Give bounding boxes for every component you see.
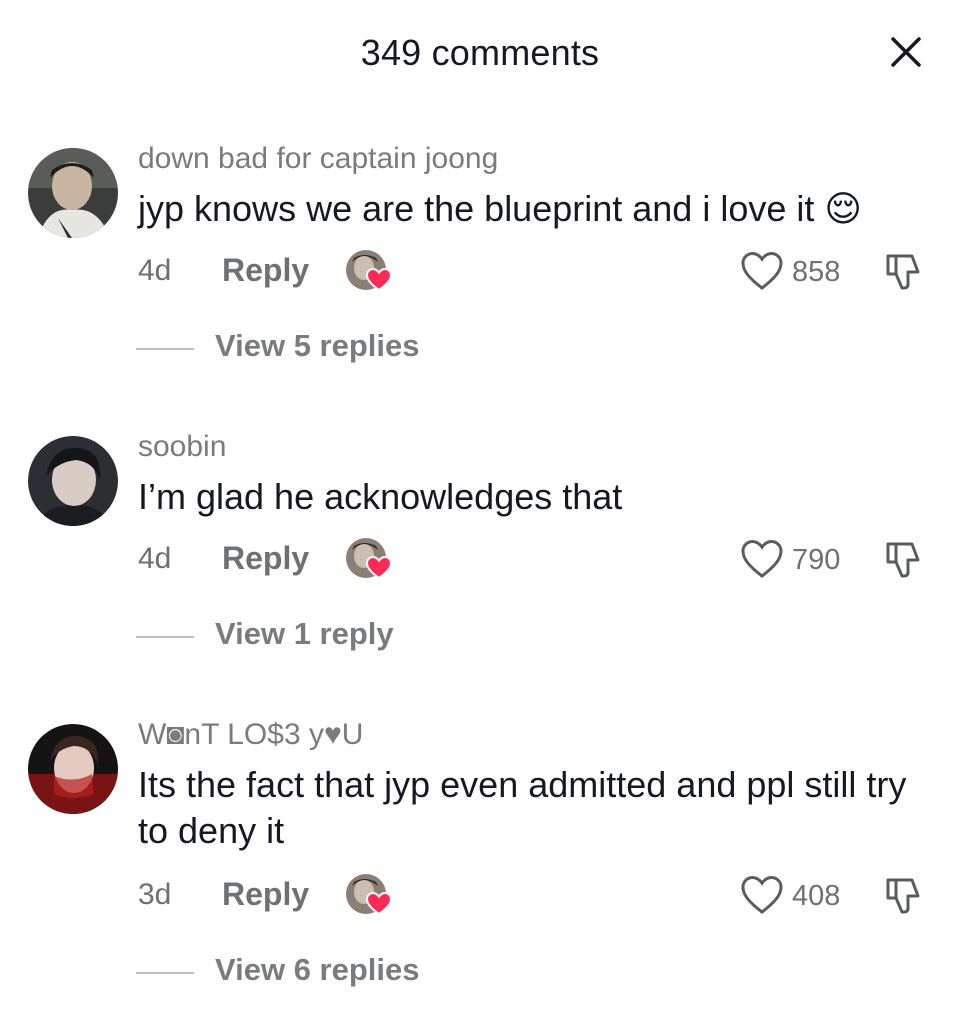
comment-item: down bad for captain joong jyp knows we … — [0, 140, 960, 370]
thumbs-down-icon[interactable] — [884, 874, 926, 916]
creator-liked-badge — [346, 538, 394, 582]
comment-actions: 4d Reply — [0, 248, 960, 296]
comments-header: 349 comments — [0, 0, 960, 110]
comment-time: 4d — [138, 254, 172, 287]
comment-username[interactable]: soobin — [138, 430, 226, 464]
reply-button[interactable]: Reply — [222, 540, 309, 577]
comment-time: 4d — [138, 542, 172, 575]
comment-actions: 3d Reply 408 — [0, 872, 960, 920]
avatar[interactable] — [28, 148, 118, 238]
comment-item: W◙nT LO$3 y♥U Its the fact that jyp even… — [0, 716, 960, 996]
creator-heart-icon — [365, 267, 393, 292]
comment-text: Its the fact that jyp even admitted and … — [138, 764, 907, 851]
like-count: 790 — [792, 544, 841, 576]
thumbs-down-icon[interactable] — [884, 250, 926, 292]
comment-time: 3d — [138, 878, 172, 911]
divider — [136, 972, 194, 974]
view-replies-button[interactable]: View 1 reply — [215, 616, 394, 652]
comment-text: I’m glad he acknowledges that — [138, 476, 623, 517]
comment-username[interactable]: down bad for captain joong — [138, 142, 498, 176]
view-replies-row: View 5 replies — [0, 326, 960, 370]
avatar[interactable] — [28, 436, 118, 526]
comments-sheet: 349 comments down bad for captain joong … — [0, 0, 960, 1027]
comment-username[interactable]: W◙nT LO$3 y♥U — [138, 718, 363, 752]
creator-liked-badge — [346, 874, 394, 918]
view-replies-row: View 1 reply — [0, 614, 960, 658]
divider — [136, 348, 194, 350]
view-replies-row: View 6 replies — [0, 950, 960, 994]
reply-button[interactable]: Reply — [222, 876, 309, 913]
comments-count-title: 349 comments — [360, 32, 600, 73]
thumbs-down-icon[interactable] — [884, 538, 926, 580]
comment-item: soobin I’m glad he acknowledges that 4d … — [0, 428, 960, 658]
reply-button[interactable]: Reply — [222, 252, 309, 289]
avatar[interactable] — [28, 724, 118, 814]
like-button[interactable]: 858 — [740, 248, 860, 296]
view-replies-button[interactable]: View 6 replies — [215, 952, 420, 988]
creator-heart-icon — [365, 555, 393, 580]
like-count: 408 — [792, 880, 841, 912]
comment-actions: 4d Reply — [0, 536, 960, 584]
like-button[interactable]: 790 — [740, 536, 860, 584]
like-count: 858 — [792, 256, 841, 288]
creator-liked-badge — [346, 250, 394, 294]
creator-heart-icon — [365, 891, 393, 916]
heart-outline-icon — [741, 539, 783, 578]
close-icon[interactable] — [888, 34, 924, 70]
divider — [136, 636, 194, 638]
comment-text: jyp knows we are the blueprint and i lov… — [138, 188, 862, 229]
heart-outline-icon — [741, 251, 783, 290]
view-replies-button[interactable]: View 5 replies — [215, 328, 420, 364]
like-button[interactable]: 408 — [740, 872, 860, 920]
heart-outline-icon — [741, 875, 783, 914]
